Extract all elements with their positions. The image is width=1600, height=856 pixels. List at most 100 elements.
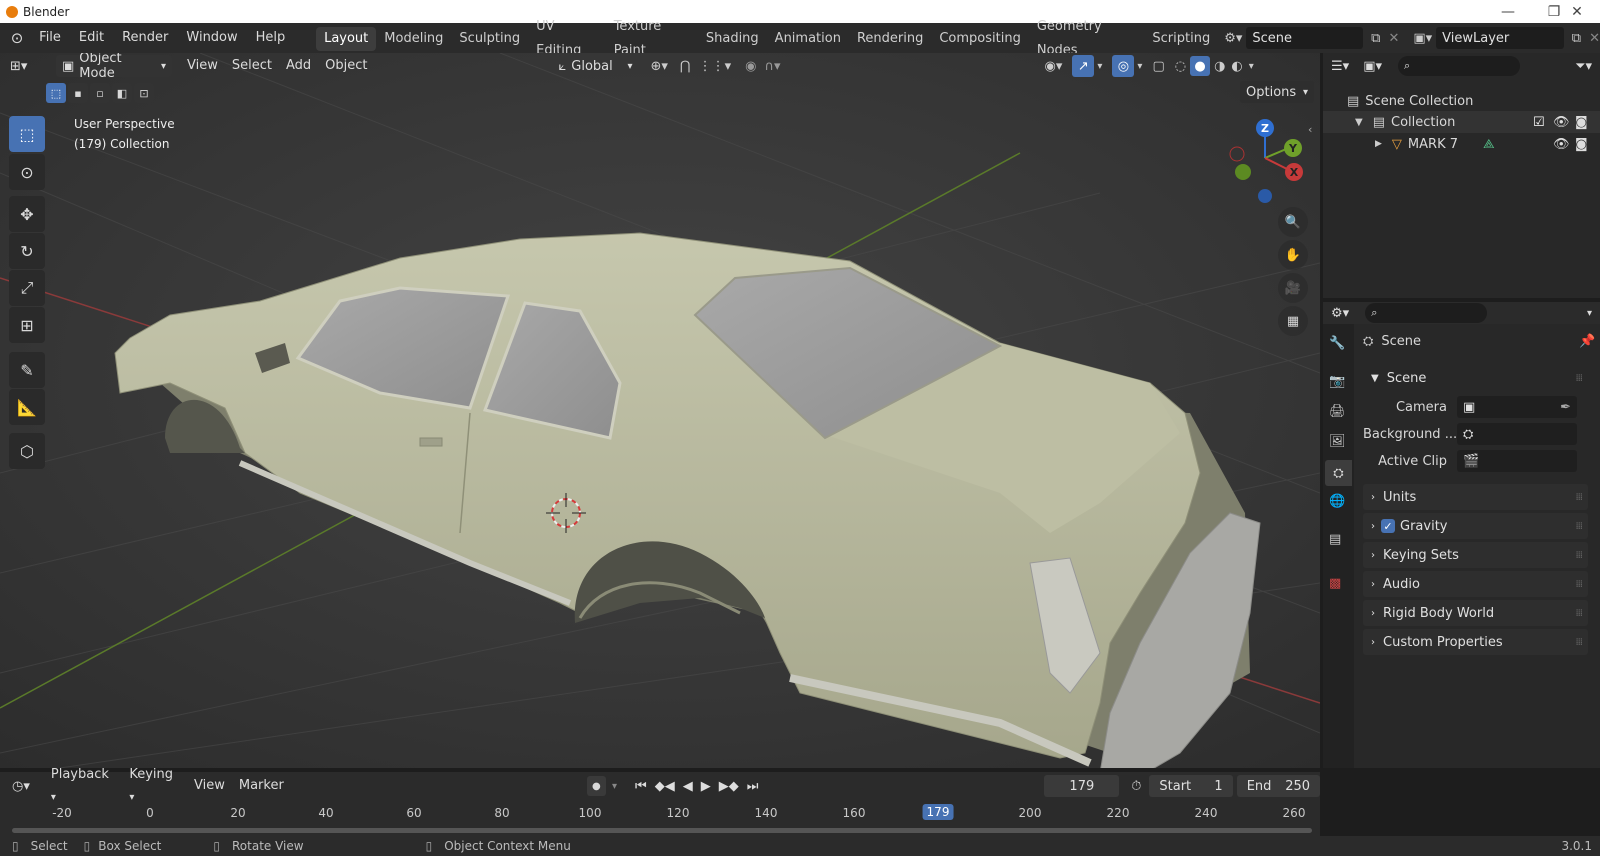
tool-annotate[interactable]: ✎ xyxy=(9,352,45,388)
sidebar-toggle-icon[interactable]: ‹ xyxy=(1308,123,1312,136)
shading-wireframe-icon[interactable]: ◌ xyxy=(1175,59,1186,74)
visibility-icon[interactable]: ◉▾ xyxy=(1045,59,1063,74)
snap-icon[interactable]: ⋂ xyxy=(680,59,691,74)
falloff-icon[interactable]: ∩▾ xyxy=(764,59,780,74)
viewlayer-field[interactable]: ViewLayer xyxy=(1436,27,1564,49)
expand-chevron-icon[interactable]: ▼ xyxy=(1355,117,1363,128)
tool-add-cube[interactable]: ⬡ xyxy=(9,433,45,469)
tab-sculpting[interactable]: Sculpting xyxy=(451,27,528,51)
tab-tool-icon[interactable]: 🔧 xyxy=(1329,336,1345,351)
menu-edit[interactable]: Edit xyxy=(70,23,113,53)
section-rigid-body-world[interactable]: › Rigid Body World ⁞⁞⁞ xyxy=(1363,600,1588,626)
tab-output-icon[interactable]: 🖨 xyxy=(1329,404,1346,419)
section-units[interactable]: › Units ⁞⁞⁞ xyxy=(1363,484,1588,510)
section-keying-sets[interactable]: › Keying Sets ⁞⁞⁞ xyxy=(1363,542,1588,568)
record-icon[interactable]: ● xyxy=(586,776,606,796)
gravity-checkbox[interactable]: ✓ xyxy=(1381,519,1395,533)
minimize-button[interactable]: — xyxy=(1485,0,1531,23)
tool-transform[interactable]: ⊞ xyxy=(9,307,45,343)
outliner-row-scene-collection[interactable]: ▤ Scene Collection xyxy=(1347,91,1473,111)
filter-icon[interactable]: ⏷▾ xyxy=(1575,59,1592,74)
play-icon[interactable]: ▶ xyxy=(701,779,711,794)
3d-viewport[interactable]: Z Y X ⊞▾ ▣ Object Mode ▾ View Select Add… xyxy=(0,53,1320,768)
zoom-button[interactable]: 🔍 xyxy=(1278,207,1308,237)
gizmo-z-label[interactable]: Z xyxy=(1256,119,1274,137)
jump-end-icon[interactable]: ⏭ xyxy=(747,779,759,794)
outliner-search-input[interactable]: ⌕ xyxy=(1398,56,1520,76)
menu-file[interactable]: File xyxy=(30,23,70,53)
select-intersect-icon[interactable]: ⊡ xyxy=(134,83,154,103)
section-scene[interactable]: ▼ Scene ⁞⁞⁞ xyxy=(1363,365,1588,391)
drag-grip-icon[interactable]: ⁞⁞⁞ xyxy=(1575,608,1582,619)
delete-viewlayer-icon[interactable]: ✕ xyxy=(1589,31,1600,46)
background-field[interactable]: ⛭ xyxy=(1457,423,1577,445)
menu-render[interactable]: Render xyxy=(113,23,177,53)
gizmo-toggle-icon[interactable]: ↗ xyxy=(1072,55,1095,77)
menu-timeline-view[interactable]: View xyxy=(187,775,232,797)
next-keyframe-icon[interactable]: ▶◆ xyxy=(719,779,739,794)
timeline-scrollbar[interactable] xyxy=(12,828,1312,833)
drag-grip-icon[interactable]: ⁞⁞⁞ xyxy=(1575,550,1582,561)
menu-select[interactable]: Select xyxy=(225,55,279,77)
outliner-row-object[interactable]: ▶ ▽ MARK 7 ⟁ 👁 ◙ xyxy=(1323,133,1600,155)
tab-view-layer-icon[interactable]: 🖼 xyxy=(1329,434,1346,449)
prev-keyframe-icon[interactable]: ◆◀ xyxy=(655,779,675,794)
delete-scene-icon[interactable]: ✕ xyxy=(1388,31,1399,46)
tab-scene-icon[interactable]: ⛭ xyxy=(1325,460,1352,486)
pivot-icon[interactable]: ⊕▾ xyxy=(650,59,667,74)
mode-dropdown[interactable]: ▣ Object Mode ▾ xyxy=(56,53,172,81)
gizmo-x-label[interactable]: X xyxy=(1285,163,1303,181)
eyedropper-icon[interactable]: ✒ xyxy=(1560,400,1571,415)
proportional-edit-icon[interactable]: ◉ xyxy=(745,59,756,74)
menu-object[interactable]: Object xyxy=(318,55,374,77)
close-button[interactable]: ✕ xyxy=(1554,0,1600,23)
tool-cursor[interactable]: ⊙ xyxy=(9,154,45,190)
exclude-checkbox-icon[interactable]: ☑ xyxy=(1533,115,1545,130)
current-frame-field[interactable]: 179 xyxy=(1044,775,1120,797)
pin-icon[interactable]: 📌 xyxy=(1579,334,1595,349)
tab-shading[interactable]: Shading xyxy=(698,27,767,51)
properties-search-input[interactable]: ⌕ xyxy=(1365,303,1488,323)
visibility-eye-icon[interactable]: 👁 xyxy=(1553,137,1570,152)
tab-scripting[interactable]: Scripting xyxy=(1144,27,1218,51)
snap-target-icon[interactable]: ⋮⋮▾ xyxy=(699,59,732,74)
render-camera-icon[interactable]: ◙ xyxy=(1575,137,1588,152)
select-invert-icon[interactable]: ◧ xyxy=(112,83,132,103)
start-frame-field[interactable]: Start 1 xyxy=(1149,775,1233,797)
gizmo-y-label[interactable]: Y xyxy=(1284,139,1302,157)
viewlayer-icon[interactable]: ▣▾ xyxy=(1413,31,1432,46)
expand-chevron-icon[interactable]: ▶ xyxy=(1375,139,1382,149)
new-viewlayer-icon[interactable]: ⧉ xyxy=(1572,31,1581,46)
tab-layout[interactable]: Layout xyxy=(316,26,377,51)
drag-grip-icon[interactable]: ⁞⁞⁞ xyxy=(1575,492,1582,503)
tab-animation[interactable]: Animation xyxy=(767,27,849,51)
menu-window[interactable]: Window xyxy=(177,23,246,53)
tab-world-icon[interactable]: 🌐 xyxy=(1329,494,1345,509)
section-gravity[interactable]: › ✓ Gravity ⁞⁞⁞ xyxy=(1363,513,1588,539)
camera-field[interactable]: ▣ ✒ xyxy=(1457,396,1577,418)
drag-grip-icon[interactable]: ⁞⁞⁞ xyxy=(1575,521,1582,532)
shading-material-icon[interactable]: ◑ xyxy=(1214,59,1225,74)
transform-orientation-dropdown[interactable]: ⟀ Global ▾ xyxy=(552,55,638,77)
section-audio[interactable]: › Audio ⁞⁞⁞ xyxy=(1363,571,1588,597)
properties-editor-icon[interactable]: ⚙▾ xyxy=(1331,306,1349,321)
timeline-editor-icon[interactable]: ◷▾ xyxy=(12,779,30,794)
stopwatch-icon[interactable]: ⏱ xyxy=(1131,779,1141,794)
tool-select-box[interactable]: ⬚ xyxy=(9,116,45,152)
shading-rendered-icon[interactable]: ◐ xyxy=(1231,59,1242,74)
record-dropdown-icon[interactable]: ▾ xyxy=(612,781,617,792)
menu-view[interactable]: View xyxy=(180,55,225,77)
section-custom-properties[interactable]: › Custom Properties ⁞⁞⁞ xyxy=(1363,629,1588,655)
camera-view-button[interactable]: 🎥 xyxy=(1278,273,1308,303)
scene-browse-icon[interactable]: ⚙▾ xyxy=(1224,31,1242,46)
pan-button[interactable]: ✋ xyxy=(1278,240,1308,270)
outliner-editor-icon[interactable]: ☰▾ xyxy=(1331,59,1349,74)
select-subtract-icon[interactable]: ▫ xyxy=(90,83,110,103)
new-scene-icon[interactable]: ⧉ xyxy=(1371,31,1380,46)
menu-marker[interactable]: Marker xyxy=(232,775,291,797)
active-clip-field[interactable]: 🎬 xyxy=(1457,450,1577,472)
tab-collection-icon[interactable]: ▤ xyxy=(1329,532,1341,547)
play-reverse-icon[interactable]: ◀ xyxy=(683,779,693,794)
tab-texture-icon[interactable]: ▩ xyxy=(1329,576,1341,591)
tool-move[interactable]: ✥ xyxy=(9,196,45,232)
